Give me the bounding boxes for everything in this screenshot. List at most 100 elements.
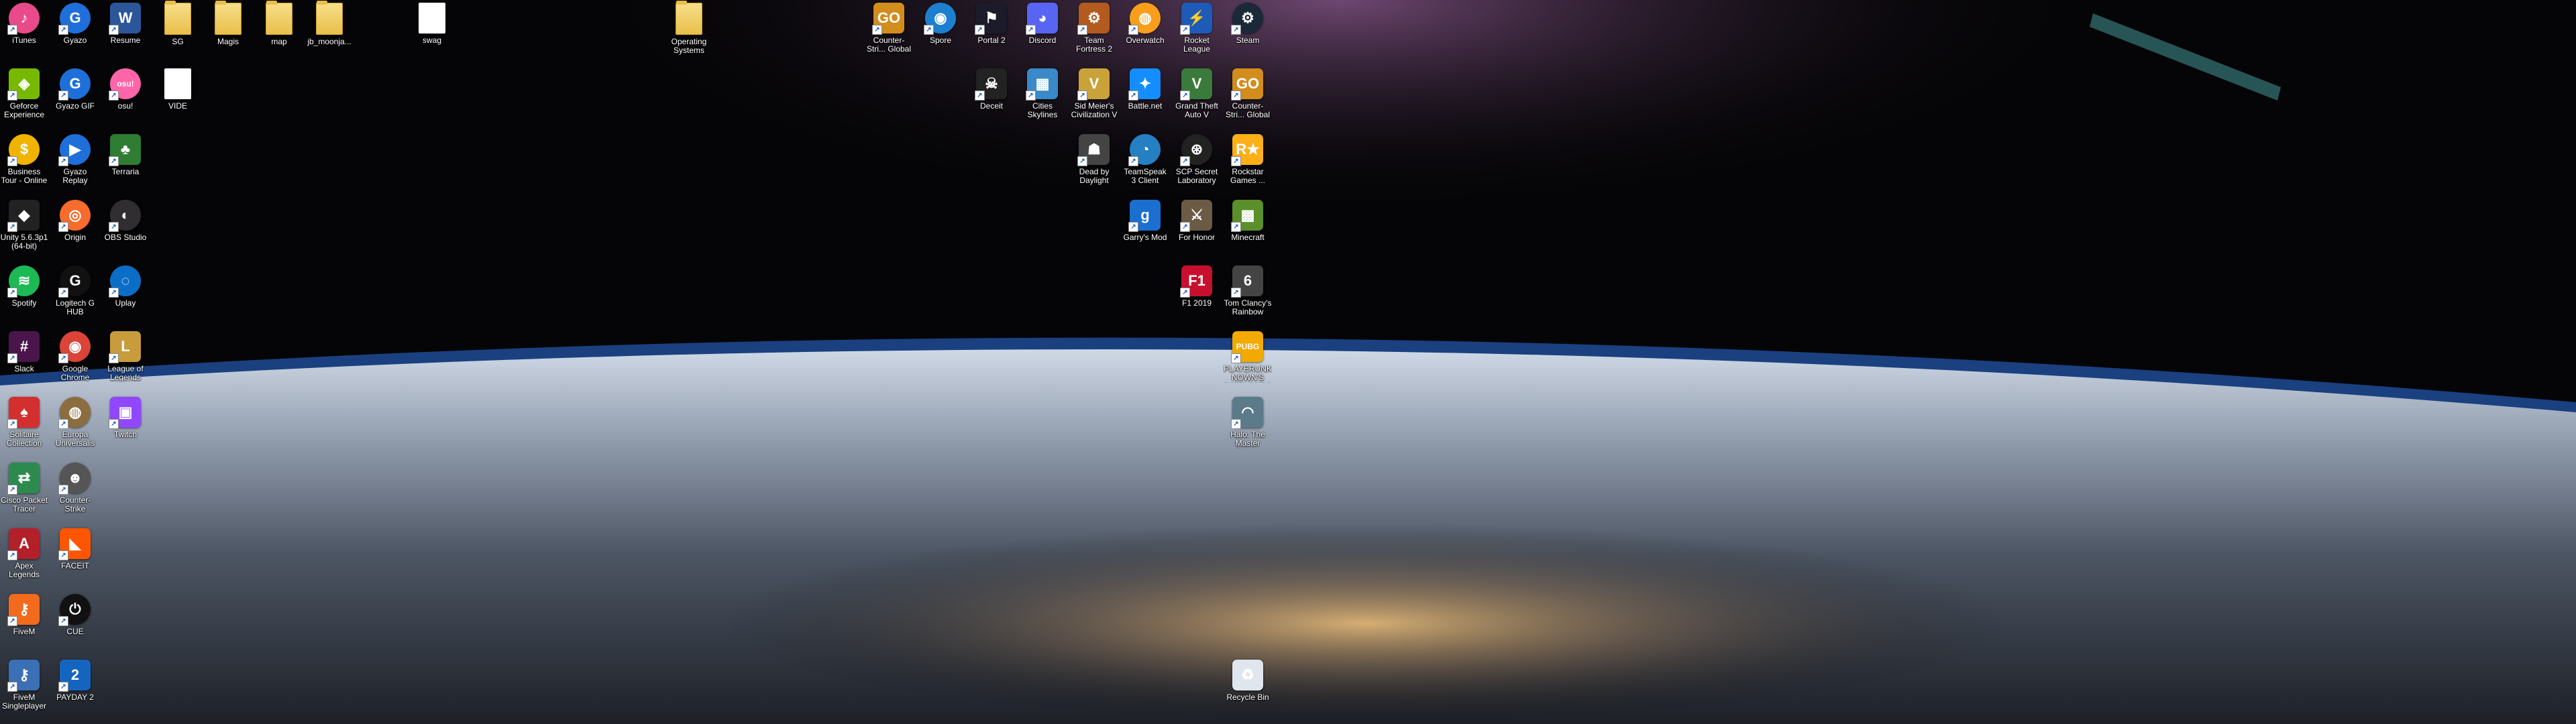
desktop-icon[interactable]: ☗ ↗ Dead by Daylight xyxy=(1071,133,1118,190)
desktop-icon[interactable]: ◠↗Halo: The Master Chief... xyxy=(1224,396,1271,453)
desktop-icon[interactable]: osu! ↗ osu! xyxy=(102,67,149,125)
gyazo-replay-icon: ▶ ↗ xyxy=(58,134,91,166)
desktop-icon[interactable]: ◉ ↗ Google Chrome xyxy=(52,330,99,387)
shortcut-arrow-icon: ↗ xyxy=(872,25,882,35)
unity-icon: ◆ ↗ xyxy=(7,200,40,232)
desktop-icon[interactable]: ⚷ ↗ FiveM Singleplayer xyxy=(1,658,48,716)
deceit-icon: ☠ ↗ xyxy=(975,68,1007,101)
desktop-icon[interactable]: ✦ ↗ Battle.net xyxy=(1122,67,1169,125)
desktop-icon[interactable]: L ↗ League of Legends xyxy=(102,330,149,387)
desktop-icon[interactable]: g ↗ Garry's Mod xyxy=(1122,198,1169,256)
desktop-icon[interactable]: G ↗ Logitech G HUB xyxy=(52,264,99,322)
desktop-icon[interactable]: Magis xyxy=(205,1,252,59)
desktop-icon[interactable]: $↗ Business Tour - Online M... xyxy=(1,133,48,190)
desktop-icon[interactable]: ☠ ↗ Deceit xyxy=(968,67,1015,125)
desktop-icon[interactable]: ⚔ ↗ For Honor xyxy=(1173,198,1220,256)
desktop-icon-label: Steam xyxy=(1236,36,1260,45)
desktop-icon[interactable]: SG xyxy=(154,1,201,59)
origin-icon: ◎ ↗ xyxy=(58,200,91,232)
shortcut-arrow-icon: ↗ xyxy=(109,353,119,363)
desktop-icon-label: osu! xyxy=(117,102,133,111)
shortcut-arrow-icon: ↗ xyxy=(58,419,68,429)
desktop-icon[interactable]: map xyxy=(256,1,303,59)
slack-icon: # ↗ xyxy=(7,331,40,363)
desktop-icon-label: Team Fortress 2 xyxy=(1075,36,1112,54)
desktop-icon-label: Terraria xyxy=(111,168,140,176)
desktop-icon[interactable]: ⏻ ↗ CUE xyxy=(52,593,99,650)
desktop-icon[interactable]: ⇄ ↗ Cisco Packet Tracer xyxy=(1,461,48,519)
desktop-icon[interactable]: ▩ ↗ Minecraft xyxy=(1224,198,1271,256)
desktop-icon[interactable]: 2 ↗ PAYDAY 2 xyxy=(52,658,99,716)
shortcut-arrow-icon: ↗ xyxy=(1231,288,1241,298)
desktop-icon[interactable]: ♻ Recycle Bin xyxy=(1224,658,1271,716)
folder-icon xyxy=(676,1,702,35)
desktop-icon[interactable]: ◕ ↗ Discord xyxy=(1019,1,1066,59)
word-icon: W ↗ xyxy=(109,3,141,35)
desktop-icon-label: Google Chrome xyxy=(60,365,90,382)
desktop-icon[interactable]: R★ ↗ Rockstar Games ... xyxy=(1224,133,1271,190)
shortcut-arrow-icon: ↗ xyxy=(58,222,68,232)
desktop-icon[interactable]: V ↗ Sid Meier's Civilization V xyxy=(1071,67,1118,125)
desktop-icon[interactable]: ◆ ↗ Unity 5.6.3p1 (64-bit) xyxy=(1,198,48,256)
desktop-icon[interactable]: ♣ ↗ Terraria xyxy=(102,133,149,190)
battlenet-icon: ✦ ↗ xyxy=(1128,68,1161,101)
desktop-icon[interactable]: PUBG↗ PLAYERUNKNOWN'S BATTLEGROUNDS xyxy=(1224,330,1272,387)
shortcut-arrow-icon: ↗ xyxy=(58,485,68,495)
desktop-icon[interactable]: ◌ ↗ Uplay xyxy=(102,264,149,322)
desktop-icon[interactable]: ♪ ↗ iTunes xyxy=(1,1,48,59)
desktop-icon[interactable]: ◐ ↗ OBS Studio xyxy=(102,198,149,256)
desktop-icon[interactable]: ⚑ ↗ Portal 2 xyxy=(968,1,1015,59)
desktop-icon[interactable]: ♠ ↗ Solitaire Collection xyxy=(1,396,48,453)
faceit-icon: ◣ ↗ xyxy=(58,528,91,560)
desktop-icon[interactable]: # ↗ Slack xyxy=(1,330,48,387)
desktop-icon-label: Magis xyxy=(217,38,239,46)
chrome-icon: ◉ ↗ xyxy=(58,331,91,363)
desktop-icon[interactable]: V ↗ Grand Theft Auto V xyxy=(1173,67,1220,125)
desktop-icon[interactable]: ◉ ↗ Spore xyxy=(917,1,964,59)
desktop-icon[interactable]: GO↗Counter-Stri... Global Offe... xyxy=(865,1,912,59)
shortcut-arrow-icon: ↗ xyxy=(7,156,17,166)
desktop-icon[interactable]: ⚙ ↗ Team Fortress 2 xyxy=(1071,1,1118,59)
desktop-icon[interactable]: VIDE xyxy=(154,67,201,125)
desktop-icon[interactable]: 6↗Tom Clancy's Rainbow Six... xyxy=(1224,264,1271,322)
folder-icon xyxy=(316,1,343,35)
desktop-icon[interactable]: G ↗ Gyazo xyxy=(52,1,99,59)
desktop-icon[interactable]: ◈ ↗ Geforce Experience xyxy=(1,67,48,125)
shortcut-arrow-icon: ↗ xyxy=(58,353,68,363)
desktop-icon[interactable]: A ↗ Apex Legends xyxy=(1,527,48,585)
desktop-icon[interactable]: ▣ ↗ Twitch xyxy=(102,396,149,453)
desktop-icon[interactable]: ⚡ ↗ Rocket League xyxy=(1173,1,1220,59)
desktop-icon[interactable]: ⚙ ↗ Steam xyxy=(1224,1,1271,59)
desktop-icon[interactable]: ◔ ↗ TeamSpeak 3 Client xyxy=(1122,133,1169,190)
shortcut-arrow-icon: ↗ xyxy=(1231,222,1241,232)
shortcut-arrow-icon: ↗ xyxy=(7,90,17,101)
desktop-icon[interactable]: ◎ ↗ Origin xyxy=(52,198,99,256)
apex-icon: A ↗ xyxy=(7,528,40,560)
desktop-icon[interactable]: ≋ ↗ Spotify xyxy=(1,264,48,322)
desktop-icon[interactable]: Operating Systems xyxy=(665,1,712,59)
desktop-icon[interactable]: F1 ↗ F1 2019 xyxy=(1173,264,1220,322)
desktop-icon[interactable]: ▦ ↗ Cities Skylines xyxy=(1019,67,1066,125)
desktop-icon[interactable]: ▶ ↗ Gyazo Replay xyxy=(52,133,99,190)
recycle-bin-icon: ♻ xyxy=(1232,660,1263,690)
desktop-icon-label: PLAYERUNKNOWN'S BATTLEGROUNDS xyxy=(1224,365,1272,383)
desktop-icon[interactable]: ◍↗Europa Universalis IV xyxy=(52,396,99,453)
shortcut-arrow-icon: ↗ xyxy=(1180,25,1190,35)
cs-source-icon: ☻ ↗ xyxy=(58,463,91,495)
desktop-icon[interactable]: ⊛ ↗ SCP Secret Laboratory xyxy=(1173,133,1220,190)
desktop-icon[interactable]: ◍ ↗ Overwatch xyxy=(1122,1,1169,59)
desktop-icon[interactable]: GO↗Counter-Stri... Global Offe... xyxy=(1224,67,1271,125)
shortcut-arrow-icon: ↗ xyxy=(58,156,68,166)
desktop-icon-label: CUE xyxy=(66,627,84,636)
desktop-icon-label: Operating Systems xyxy=(671,38,707,55)
desktop-icon[interactable]: W ↗ Resume xyxy=(102,1,149,59)
desktop-icon[interactable]: ☻↗Counter-Strike Source xyxy=(52,461,99,519)
cities-skylines-icon: ▦ ↗ xyxy=(1026,68,1058,101)
desktop-icon-label: SG xyxy=(172,38,184,46)
packet-tracer-icon: ⇄ ↗ xyxy=(7,463,40,495)
desktop-icon[interactable]: jb_moonja... xyxy=(306,1,353,59)
desktop-icon[interactable]: ◣ ↗ FACEIT xyxy=(52,527,99,585)
desktop-icon[interactable]: G ↗ Gyazo GIF xyxy=(52,67,99,125)
desktop-icon[interactable]: ⚷ ↗ FiveM xyxy=(1,593,48,650)
desktop-icon[interactable]: swag xyxy=(409,1,455,59)
